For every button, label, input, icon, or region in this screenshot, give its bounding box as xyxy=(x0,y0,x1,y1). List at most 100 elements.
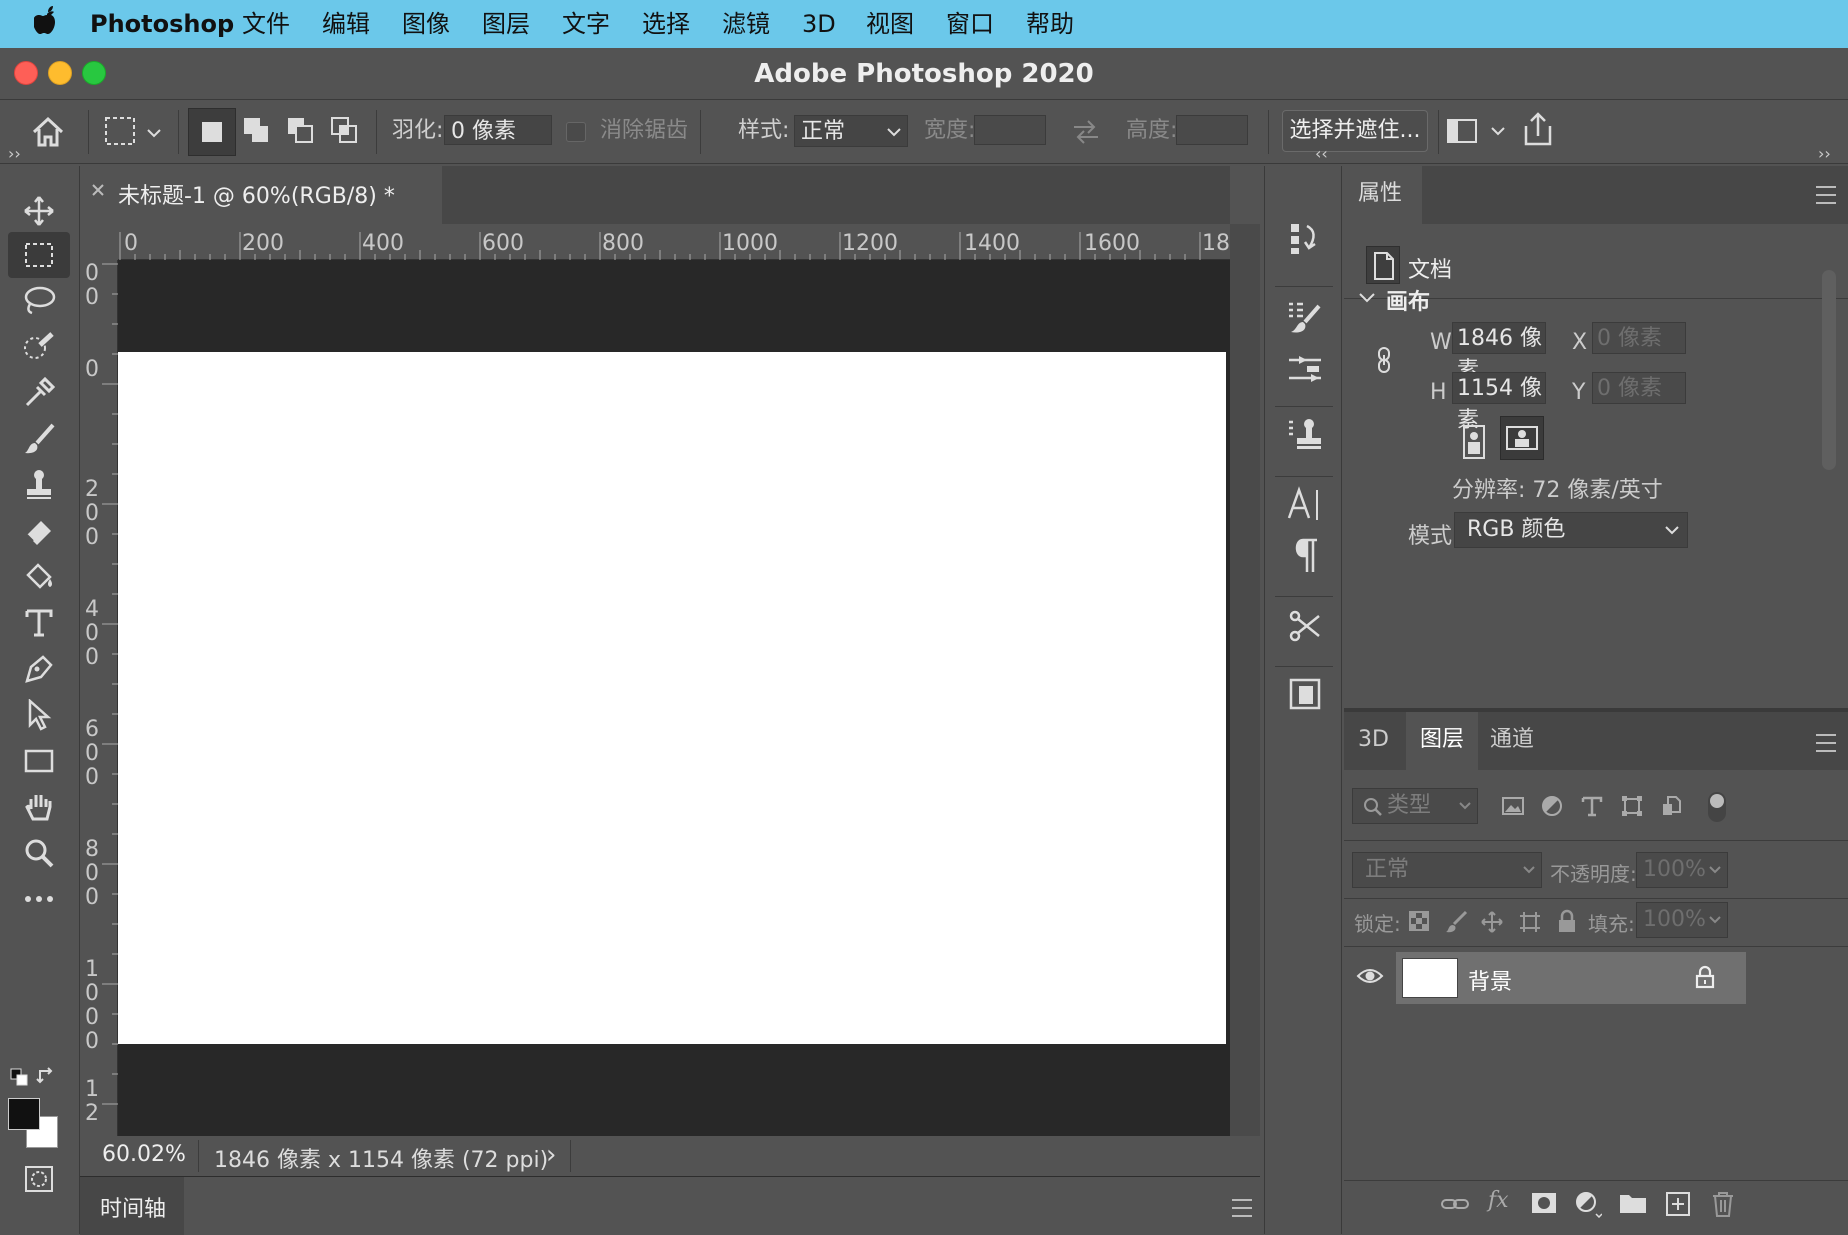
portrait-orientation-icon[interactable] xyxy=(1456,422,1492,462)
more-icon[interactable] xyxy=(8,876,70,922)
fill-input[interactable]: 100% xyxy=(1636,902,1728,938)
type-icon[interactable] xyxy=(8,600,70,646)
document-info[interactable]: 1846 像素 x 1154 像素 (72 ppi) xyxy=(214,1142,548,1174)
share-icon[interactable] xyxy=(1520,110,1556,150)
canvas-width-input[interactable]: 1846 像素 xyxy=(1452,322,1546,383)
new-layer-icon[interactable] xyxy=(1664,1190,1692,1218)
timeline-menu-icon[interactable] xyxy=(1232,1199,1252,1217)
tab-3d[interactable]: 3D xyxy=(1344,712,1404,770)
lock-transparent-icon[interactable] xyxy=(1408,910,1430,932)
layers-menu-icon[interactable] xyxy=(1816,734,1836,752)
rectangle-icon[interactable] xyxy=(8,738,70,784)
menu-window[interactable]: 窗口 xyxy=(946,6,994,42)
tab-layers[interactable]: 图层 xyxy=(1406,712,1478,770)
mode-select[interactable]: RGB 颜色 xyxy=(1454,512,1688,548)
link-icon[interactable] xyxy=(1374,346,1394,374)
status-menu-arrow[interactable]: › xyxy=(546,1140,556,1170)
move-icon[interactable] xyxy=(8,188,70,234)
workspace-icon[interactable] xyxy=(1444,114,1510,148)
swap-icon[interactable] xyxy=(36,1066,56,1086)
menu-view[interactable]: 视图 xyxy=(866,6,914,42)
layer-filter-select[interactable]: 类型 xyxy=(1352,788,1478,824)
collapse-tools-icon[interactable]: ›› xyxy=(8,144,21,163)
menu-type[interactable]: 文字 xyxy=(562,6,610,42)
blend-mode-select[interactable]: 正常 xyxy=(1352,852,1542,888)
properties-menu-icon[interactable] xyxy=(1816,186,1836,204)
menu-filter[interactable]: 滤镜 xyxy=(722,6,770,42)
layer-row[interactable]: 背景 xyxy=(1396,952,1746,1004)
mask-icon[interactable] xyxy=(1530,1190,1558,1216)
trash-icon[interactable] xyxy=(1710,1190,1736,1218)
path-select-icon[interactable] xyxy=(8,692,70,738)
menu-help[interactable]: 帮助 xyxy=(1026,6,1074,42)
filter-smart-object-icon[interactable] xyxy=(1660,794,1684,818)
tool-presets-icon[interactable] xyxy=(1285,606,1325,646)
history-icon[interactable] xyxy=(1285,218,1325,258)
document-tab[interactable]: 未标题-1 @ 60%(RGB/8) * xyxy=(82,166,442,224)
foreground-color-swatch[interactable] xyxy=(8,1098,40,1130)
link-layers-icon[interactable] xyxy=(1440,1192,1470,1216)
quick-mask-icon[interactable] xyxy=(8,1156,70,1202)
height-input[interactable] xyxy=(1176,115,1248,145)
brush-settings-icon[interactable] xyxy=(1285,298,1325,338)
canvas-height-input[interactable]: 1154 像素 xyxy=(1452,372,1546,433)
new-selection-mode-button[interactable] xyxy=(188,108,236,156)
menu-image[interactable]: 图像 xyxy=(402,6,450,42)
eyedropper-icon[interactable] xyxy=(8,370,70,416)
tab-channels[interactable]: 通道 xyxy=(1480,712,1558,770)
lock-all-icon[interactable] xyxy=(1556,908,1578,934)
eye-icon[interactable] xyxy=(1356,964,1384,988)
marquee-preset-icon[interactable] xyxy=(104,116,168,148)
character-icon[interactable] xyxy=(1285,484,1325,524)
canvas-y-input[interactable]: 0 像素 xyxy=(1592,372,1686,404)
menu-layer[interactable]: 图层 xyxy=(482,6,530,42)
swatches-icon[interactable] xyxy=(1285,674,1325,714)
hand-icon[interactable] xyxy=(8,784,70,830)
subtract-selection-icon[interactable] xyxy=(282,112,322,152)
intersect-selection-icon[interactable] xyxy=(326,112,366,152)
marquee-icon[interactable] xyxy=(8,232,70,278)
filter-type-icon[interactable] xyxy=(1580,794,1604,818)
brush-icon[interactable] xyxy=(8,416,70,462)
filter-adjustment-icon[interactable] xyxy=(1540,794,1564,818)
landscape-orientation-icon[interactable] xyxy=(1500,416,1544,460)
width-input[interactable] xyxy=(974,115,1046,145)
swap-dimensions-icon[interactable] xyxy=(1070,116,1102,148)
collapse-left-icon[interactable]: ‹‹ xyxy=(1315,144,1328,163)
antialias-checkbox[interactable] xyxy=(566,122,586,142)
feather-input[interactable]: 0 像素 xyxy=(444,115,552,145)
menu-edit[interactable]: 编辑 xyxy=(322,6,370,42)
timeline-tab[interactable]: 时间轴 xyxy=(80,1177,184,1235)
filter-shape-icon[interactable] xyxy=(1620,794,1644,818)
document-canvas[interactable] xyxy=(118,352,1226,1044)
fx-icon[interactable]: fx xyxy=(1488,1188,1518,1216)
zoom-icon[interactable] xyxy=(8,830,70,876)
select-and-mask-button[interactable]: 选择并遮住... xyxy=(1282,110,1428,152)
lasso-icon[interactable] xyxy=(8,278,70,324)
quick-select-icon[interactable] xyxy=(8,324,70,370)
menu-3d[interactable]: 3D xyxy=(802,6,836,42)
opacity-input[interactable]: 100% xyxy=(1636,852,1728,888)
close-tab-icon[interactable] xyxy=(90,182,106,198)
adjust-icon[interactable] xyxy=(1285,350,1325,390)
stamp-icon[interactable] xyxy=(8,462,70,508)
adjustment-layer-icon[interactable] xyxy=(1574,1190,1603,1219)
add-selection-icon[interactable] xyxy=(238,112,278,152)
folder-icon[interactable] xyxy=(1618,1190,1648,1216)
properties-scrollbar[interactable] xyxy=(1822,270,1836,470)
lock-pixels-icon[interactable] xyxy=(1444,910,1468,934)
menu-app-name[interactable]: Photoshop xyxy=(90,6,234,42)
default-colors-icon[interactable] xyxy=(10,1068,28,1086)
style-select[interactable]: 正常 xyxy=(794,115,908,147)
apple-icon[interactable] xyxy=(33,4,60,40)
home-icon[interactable] xyxy=(30,114,66,150)
clone-source-icon[interactable] xyxy=(1285,416,1325,456)
lock-artboard-icon[interactable] xyxy=(1518,910,1542,934)
menu-file[interactable]: 文件 xyxy=(242,6,290,42)
lock-position-icon[interactable] xyxy=(1480,910,1504,934)
menu-select[interactable]: 选择 xyxy=(642,6,690,42)
zoom-level[interactable]: 60.02% xyxy=(102,1142,186,1167)
paragraph-icon[interactable] xyxy=(1285,536,1325,576)
eraser-icon[interactable] xyxy=(8,508,70,554)
pen-icon[interactable] xyxy=(8,646,70,692)
